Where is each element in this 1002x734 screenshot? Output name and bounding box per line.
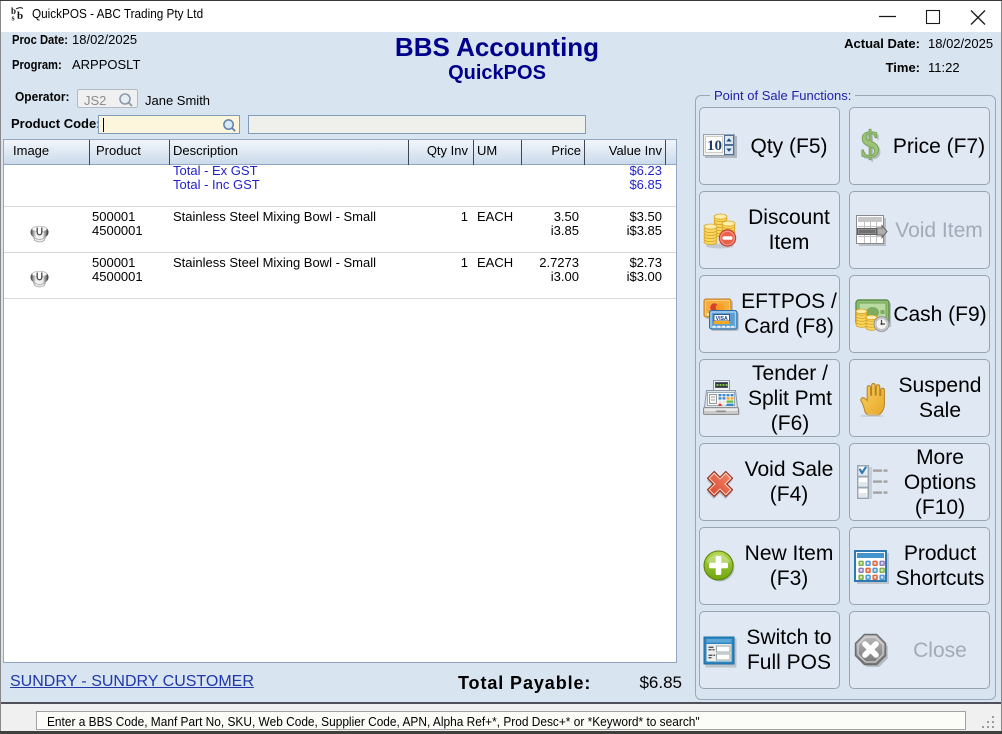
svg-text:s: s — [12, 14, 15, 22]
svg-text:10: 10 — [707, 138, 722, 154]
svg-text:$: $ — [861, 126, 880, 166]
svg-text:b: b — [17, 10, 23, 21]
